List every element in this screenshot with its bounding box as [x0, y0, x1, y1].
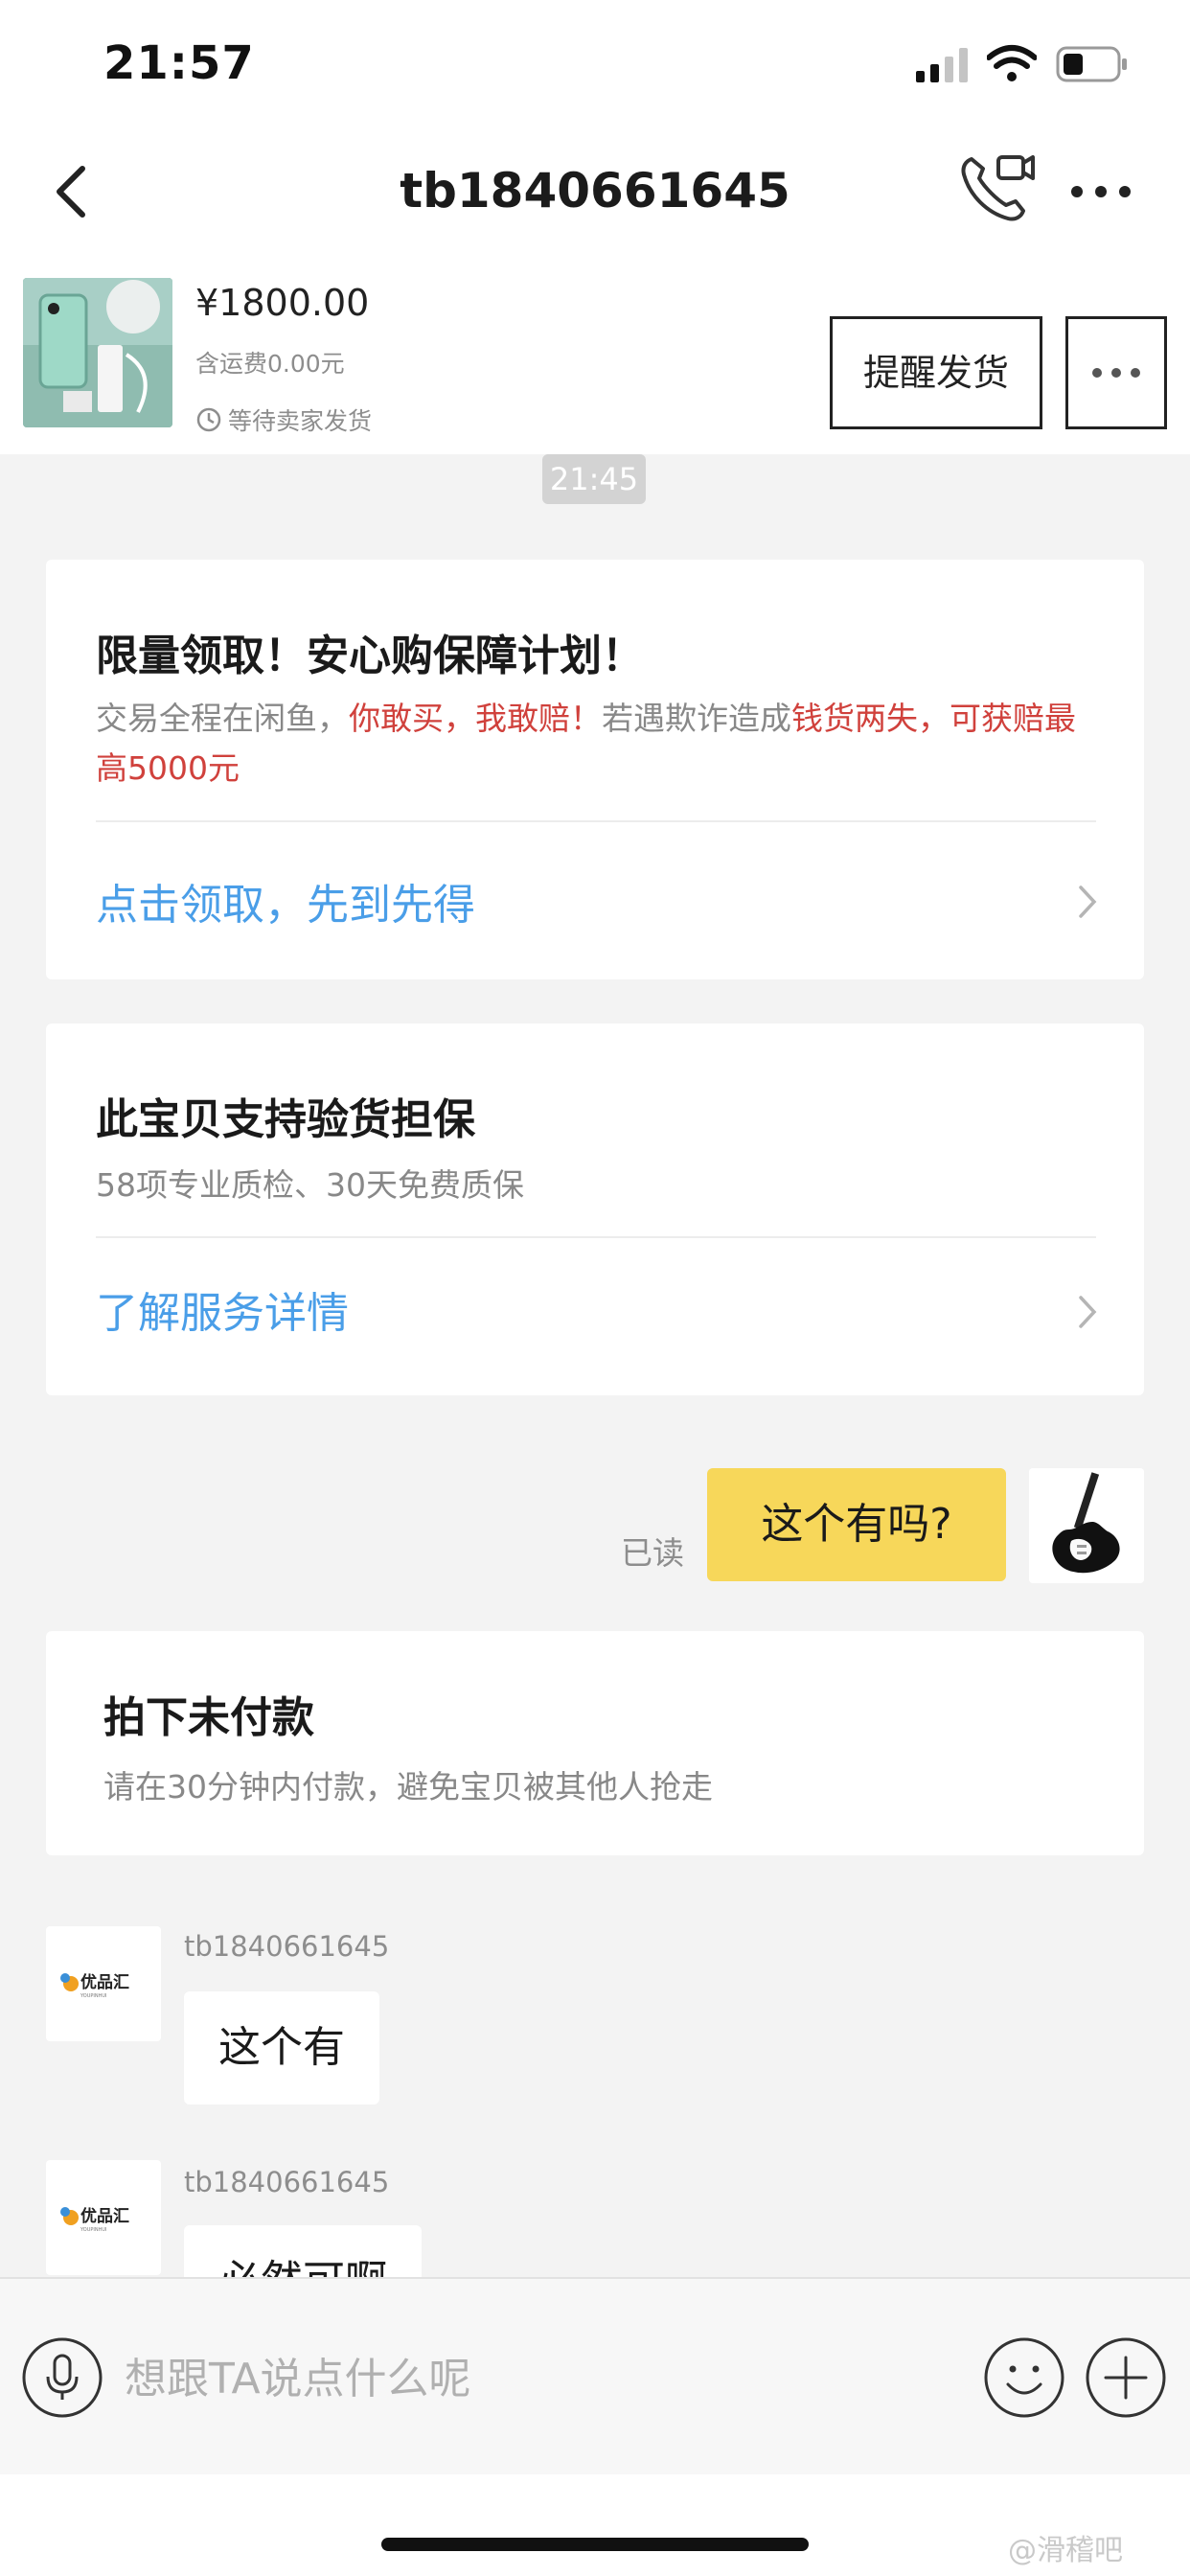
clock-icon — [196, 407, 221, 432]
inspection-card-desc: 58项专业质检、30天免费质保 — [96, 1166, 524, 1204]
seller-logo: 优品汇 YOUPINHUI — [60, 1972, 129, 1999]
unpaid-card-desc: 请在30分钟内付款，避免宝贝被其他人抢走 — [103, 1768, 713, 1806]
claim-protection-link[interactable]: 点击领取，先到先得 — [46, 822, 1144, 979]
item-more-button[interactable] — [1065, 316, 1167, 429]
protection-card-title: 限量领取！安心购保障计划！ — [96, 632, 644, 680]
desc-part-2: 你敢买，我敢赔！ — [349, 700, 602, 737]
home-indicator — [381, 2538, 809, 2551]
inspection-card-title: 此宝贝支持验货担保 — [96, 1095, 475, 1144]
svg-text:优品汇: 优品汇 — [80, 1972, 129, 1992]
desc-part-1: 交易全程在闲鱼， — [96, 700, 349, 737]
sender-name: tb1840661645 — [184, 1930, 390, 1963]
message-timestamp: 21:45 — [542, 454, 646, 504]
order-status-text: 等待卖家发货 — [228, 407, 373, 435]
item-price: ¥1800.00 — [195, 282, 370, 324]
watermark: @滑稽吧 — [1008, 2534, 1123, 2567]
inspection-guarantee-card: 此宝贝支持验货担保 58项专业质检、30天免费质保 了解服务详情 — [46, 1024, 1144, 1395]
seller-message-bubble[interactable]: 这个有 — [184, 1991, 379, 2104]
signal-icon — [916, 48, 968, 82]
remind-ship-button[interactable]: 提醒发货 — [830, 316, 1042, 429]
order-status: 等待卖家发货 — [195, 402, 372, 437]
claim-link-text: 点击领取，先到先得 — [96, 881, 475, 930]
message-input[interactable] — [125, 2350, 949, 2407]
seller-avatar[interactable]: 优品汇 YOUPINHUI — [46, 1926, 161, 2041]
item-thumbnail[interactable] — [23, 278, 172, 427]
back-icon[interactable] — [46, 161, 100, 222]
my-avatar[interactable] — [1029, 1468, 1144, 1583]
chevron-right-icon — [1079, 886, 1097, 918]
emoji-icon[interactable] — [983, 2336, 1065, 2419]
plus-icon[interactable] — [1085, 2336, 1167, 2419]
protection-card-desc: 交易全程在闲鱼，你敢买，我敢赔！若遇欺诈造成钱货两失，可获赔最高5000元 — [96, 694, 1102, 794]
seller-logo: 优品汇 YOUPINHUI — [60, 2206, 129, 2233]
protection-plan-card: 限量领取！安心购保障计划！ 交易全程在闲鱼，你敢买，我敢赔！若遇欺诈造成钱货两失… — [46, 560, 1144, 979]
voice-icon[interactable] — [21, 2336, 103, 2419]
svg-text:优品汇: 优品汇 — [80, 2206, 129, 2226]
service-link-text: 了解服务详情 — [96, 1289, 349, 1338]
service-details-link[interactable]: 了解服务详情 — [46, 1238, 1144, 1395]
wifi-icon — [987, 45, 1037, 81]
more-icon — [1092, 368, 1140, 378]
read-receipt: 已读 — [621, 1534, 684, 1572]
chevron-right-icon — [1079, 1296, 1097, 1328]
svg-text:YOUPINHUI: YOUPINHUI — [80, 1993, 107, 1999]
item-shipping: 含运费0.00元 — [195, 350, 345, 378]
unpaid-card-title: 拍下未付款 — [103, 1693, 314, 1742]
sender-name: tb1840661645 — [184, 2166, 390, 2198]
phone-video-icon[interactable] — [958, 151, 1037, 226]
seller-avatar[interactable]: 优品汇 YOUPINHUI — [46, 2160, 161, 2275]
more-icon[interactable] — [1067, 172, 1134, 211]
desc-part-3: 若遇欺诈造成 — [602, 700, 791, 737]
status-time: 21:57 — [103, 36, 255, 90]
battery-icon — [1056, 46, 1127, 82]
unpaid-order-card[interactable]: 拍下未付款 请在30分钟内付款，避免宝贝被其他人抢走 — [46, 1631, 1144, 1855]
my-message-bubble[interactable]: 这个有吗? — [707, 1468, 1006, 1581]
svg-text:YOUPINHUI: YOUPINHUI — [80, 2227, 107, 2233]
